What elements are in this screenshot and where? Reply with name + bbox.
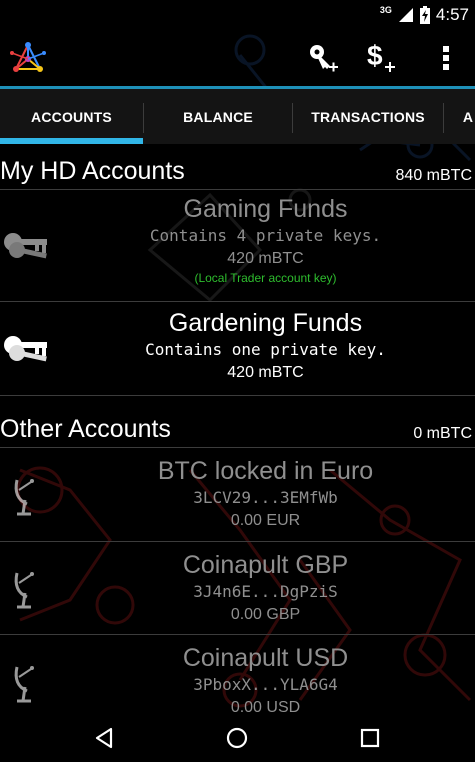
svg-text:$: $ (367, 41, 383, 71)
overflow-menu-icon (443, 46, 449, 70)
status-bar: 3G 4:57 (0, 0, 475, 30)
account-balance: 420 mBTC (227, 250, 304, 267)
selected-tab-indicator (0, 138, 143, 144)
network-type: 3G (379, 5, 392, 15)
satellite-dish-icon (14, 572, 34, 609)
account-balance: 0.00 EUR (230, 512, 301, 529)
clock: 4:57 (435, 5, 469, 24)
account-name: Coinapult GBP (182, 551, 349, 579)
recents-button[interactable] (340, 718, 400, 758)
home-button[interactable] (207, 718, 267, 758)
tab-balance[interactable]: BALANCE (144, 89, 292, 144)
account-name: Coinapult USD (182, 644, 349, 672)
account-item-btc-locked-in-euro[interactable]: BTC locked in Euro 3LCV29...3EMfWb 0.00 … (0, 448, 475, 542)
account-body: Gaming Funds Contains 4 private keys. 42… (56, 194, 475, 286)
add-key-button[interactable] (302, 38, 342, 78)
tab-bar: ACCOUNTS BALANCE TRANSACTIONS A (0, 86, 475, 144)
account-note: (Local Trader account key) (194, 271, 337, 285)
section-header-hd: My HD Accounts 840 mBTC (0, 144, 475, 190)
action-bar: $ (0, 30, 475, 86)
account-balance: 420 mBTC (227, 364, 304, 381)
account-key-count: Contains 4 private keys. (149, 226, 382, 245)
key-plus-icon (310, 45, 338, 72)
signal-icon (398, 8, 413, 22)
navigation-bar (0, 714, 475, 762)
status-indicators: 3G 4:57 (380, 4, 469, 26)
back-icon (95, 727, 113, 749)
tab-transactions[interactable]: TRANSACTIONS (293, 89, 443, 144)
section-title: Other Accounts (0, 415, 171, 443)
overflow-menu-button[interactable] (426, 38, 466, 78)
add-currency-button[interactable]: $ (360, 38, 400, 78)
mycelium-logo-icon[interactable] (8, 39, 48, 79)
account-icon (0, 190, 56, 301)
account-balance: 0.00 GBP (230, 606, 301, 623)
satellite-dish-icon (14, 666, 34, 703)
account-icon (0, 302, 56, 395)
section-title: My HD Accounts (0, 157, 185, 185)
account-body: Coinapult GBP 3J4n6E...DgPziS 0.00 GBP (56, 550, 475, 626)
account-address: 3LCV29...3EMfWb (193, 488, 338, 507)
battery-icon (419, 6, 430, 24)
account-item-gaming-funds[interactable]: Gaming Funds Contains 4 private keys. 42… (0, 190, 475, 302)
account-icon (0, 542, 56, 634)
accounts-list: My HD Accounts 840 mBTC Gaming Funds Con… (0, 144, 475, 729)
section-total: 840 mBTC (395, 167, 472, 184)
account-body: Gardening Funds Contains one private key… (56, 308, 475, 384)
account-address: 3PboxX...YLA6G4 (193, 675, 338, 694)
home-icon (226, 727, 248, 749)
account-icon (0, 448, 56, 541)
account-key-count: Contains one private key. (145, 340, 386, 359)
account-name: Gardening Funds (168, 309, 363, 337)
account-name: Gaming Funds (183, 195, 348, 223)
account-item-coinapult-gbp[interactable]: Coinapult GBP 3J4n6E...DgPziS 0.00 GBP (0, 542, 475, 635)
account-body: Coinapult USD 3PboxX...YLA6G4 0.00 USD (56, 643, 475, 719)
account-address: 3J4n6E...DgPziS (193, 582, 338, 601)
account-body: BTC locked in Euro 3LCV29...3EMfWb 0.00 … (56, 456, 475, 532)
back-button[interactable] (74, 718, 134, 758)
section-header-other: Other Accounts 0 mBTC (0, 396, 475, 448)
tab-accounts[interactable]: ACCOUNTS (0, 89, 143, 144)
section-total: 0 mBTC (413, 425, 472, 442)
dollar-plus-icon: $ (367, 41, 395, 72)
keys-icon (4, 232, 47, 258)
recents-icon (360, 728, 380, 748)
account-item-gardening-funds[interactable]: Gardening Funds Contains one private key… (0, 302, 475, 396)
keys-icon (4, 335, 47, 361)
tab-partial[interactable]: A (444, 89, 475, 144)
satellite-dish-icon (14, 478, 34, 515)
account-name: BTC locked in Euro (157, 457, 374, 485)
